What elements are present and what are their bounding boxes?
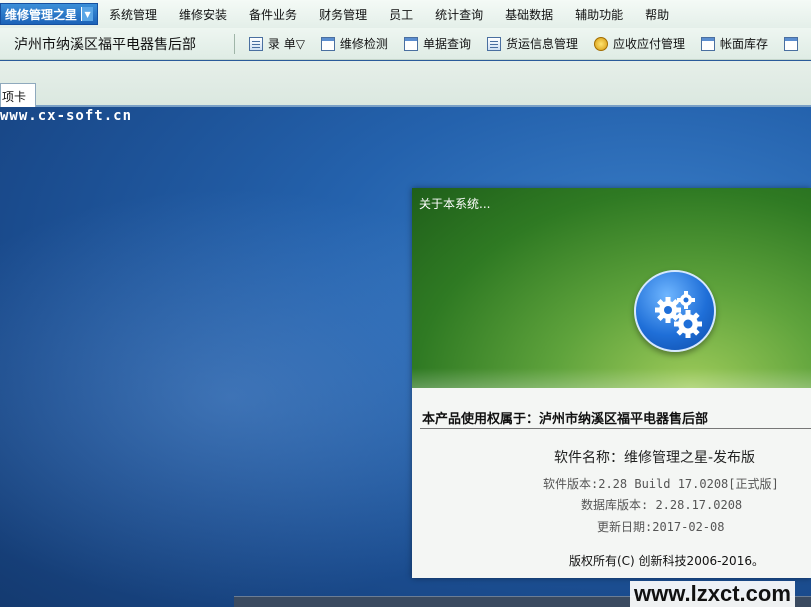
toolbar: 泸州市纳溪区福平电器售后部 录 单▽ 维修检测 单据查询 货运信息管理 应收应付… (0, 28, 811, 60)
new-order-button[interactable]: 录 单▽ (241, 32, 313, 56)
window-icon (700, 36, 715, 51)
database-version: 数据库版本: 2.28.17.0208 (581, 498, 743, 512)
menu-item-system[interactable]: 系统管理 (98, 0, 168, 28)
about-dialog[interactable]: 关于本系统... 本产品使用权属于：泸州市纳溪区福平电器售后部 软件名称：维修管… (412, 188, 811, 578)
gears-icon (634, 270, 716, 352)
freight-info-label: 货运信息管理 (505, 37, 578, 51)
license-owner: 本产品使用权属于：泸州市纳溪区福平电器售后部 (422, 412, 709, 427)
list-icon (486, 36, 501, 51)
copyright-text: 版权所有(C) 创新科技2006-2016。 (569, 554, 764, 568)
grid-icon (320, 36, 335, 51)
workspace-watermark: www.cx-soft.cn (0, 108, 133, 124)
about-title: 关于本系统... (419, 197, 491, 211)
menu-item-finance[interactable]: 财务管理 (308, 0, 378, 28)
repair-inspect-button[interactable]: 维修检测 (313, 32, 396, 56)
window-icon (403, 36, 418, 51)
app-menu-label: 维修管理之星 (5, 7, 78, 22)
menu-item-base-data[interactable]: 基础数据 (494, 0, 564, 28)
window-icon (784, 36, 798, 51)
shop-title: 泸州市纳溪区福平电器售后部 (14, 36, 196, 53)
menu-bar: 维修管理之星 ▼ 系统管理 维修安装 备件业务 财务管理 员工 统计查询 基础数… (0, 0, 811, 28)
tab-strip: 项卡 (0, 61, 811, 107)
book-inventory-label: 帐面库存 (719, 37, 768, 51)
app-menu-button[interactable]: 维修管理之星 ▼ (0, 3, 99, 25)
document-query-button[interactable]: 单据查询 (396, 32, 479, 56)
repair-inspect-label: 维修检测 (339, 37, 388, 51)
toolbar-separator (233, 33, 235, 54)
software-version: 软件版本:2.28 Build 17.0208[正式版] (543, 477, 779, 491)
freight-info-button[interactable]: 货运信息管理 (479, 32, 586, 56)
site-watermark: www.lzxct.com (630, 581, 795, 607)
book-inventory-button[interactable]: 帐面库存 (693, 32, 776, 56)
document-icon (248, 36, 263, 51)
tab-options[interactable]: 项卡 (0, 83, 36, 107)
menu-item-repair-install[interactable]: 维修安装 (168, 0, 238, 28)
update-date: 更新日期:2017-02-08 (597, 520, 725, 534)
new-order-label: 录 单▽ (267, 37, 305, 51)
about-banner: 关于本系统... (412, 188, 811, 388)
coin-icon (593, 36, 608, 51)
menu-item-help[interactable]: 帮助 (634, 0, 680, 28)
menu-item-staff[interactable]: 员工 (378, 0, 424, 28)
document-query-label: 单据查询 (422, 37, 471, 51)
chevron-down-icon[interactable]: ▼ (81, 7, 94, 21)
more-toolbar-button[interactable] (776, 32, 811, 56)
menu-item-statistics[interactable]: 统计查询 (424, 0, 494, 28)
menu-item-tools[interactable]: 辅助功能 (564, 0, 634, 28)
product-name: 软件名称：维修管理之星-发布版 (554, 450, 756, 466)
menu-item-parts[interactable]: 备件业务 (238, 0, 308, 28)
divider (420, 428, 811, 429)
receivable-payable-button[interactable]: 应收应付管理 (586, 32, 693, 56)
receivable-payable-label: 应收应付管理 (612, 37, 685, 51)
